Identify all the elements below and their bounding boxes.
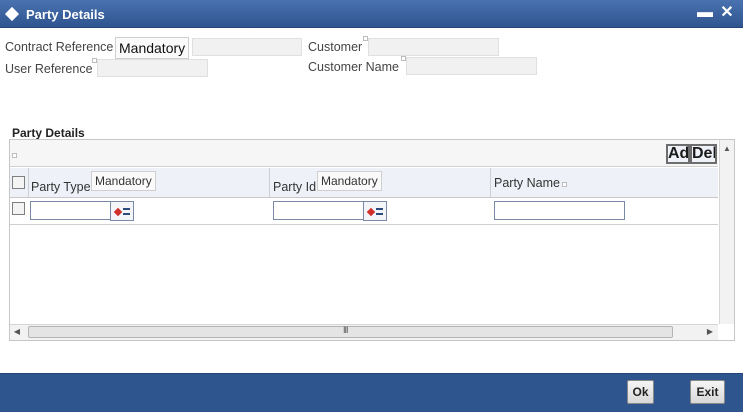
scroll-right-icon[interactable]: ▶ bbox=[704, 327, 716, 337]
party-type-header: Party Type bbox=[31, 180, 91, 194]
arrow-icon bbox=[113, 207, 123, 217]
party-id-input[interactable] bbox=[273, 201, 364, 220]
party-name-header: Party Name bbox=[494, 176, 560, 190]
customer-name-label: Customer Name bbox=[308, 60, 399, 74]
party-type-lov-button[interactable] bbox=[110, 201, 134, 221]
add-row-button[interactable]: Add bbox=[666, 144, 690, 164]
section-title: Party Details bbox=[12, 126, 85, 140]
customer-label: Customer bbox=[308, 40, 363, 54]
horizontal-scroll-thumb[interactable] bbox=[28, 326, 673, 338]
delete-row-button[interactable]: Delete bbox=[690, 144, 717, 164]
vertical-scrollbar[interactable] bbox=[719, 140, 734, 324]
scroll-up-icon[interactable]: ▲ bbox=[721, 144, 733, 154]
close-button[interactable]: ✕ bbox=[718, 4, 736, 22]
ok-button[interactable]: Ok bbox=[627, 380, 654, 404]
arrow-icon bbox=[366, 207, 376, 217]
list-icon bbox=[376, 213, 383, 215]
exit-button[interactable]: Exit bbox=[690, 380, 725, 404]
customer-field[interactable] bbox=[368, 38, 499, 56]
minimize-button[interactable]: ▬ bbox=[696, 4, 714, 22]
party-name-input[interactable] bbox=[494, 201, 625, 220]
user-reference-label: User Reference bbox=[5, 62, 93, 76]
list-icon bbox=[123, 208, 130, 210]
row-checkbox[interactable] bbox=[12, 202, 25, 215]
toolbar-marker bbox=[12, 153, 17, 158]
customer-name-field[interactable] bbox=[406, 57, 537, 75]
scroll-grip: III bbox=[343, 325, 348, 335]
contract-reference-label: Contract Reference bbox=[5, 40, 114, 54]
contract-reference-field[interactable] bbox=[192, 38, 302, 56]
scroll-left-icon[interactable]: ◀ bbox=[11, 327, 23, 337]
contract-reference-mandatory-hint: Mandatory bbox=[115, 37, 190, 59]
user-reference-field[interactable] bbox=[97, 59, 208, 77]
party-id-header: Party Id bbox=[273, 180, 317, 194]
window-title: Party Details bbox=[26, 7, 105, 22]
list-icon bbox=[376, 208, 383, 210]
list-icon bbox=[123, 213, 130, 215]
party-type-mandatory-hint: Mandatory bbox=[91, 171, 156, 191]
party-type-input[interactable] bbox=[30, 201, 111, 220]
party-id-lov-button[interactable] bbox=[363, 201, 387, 221]
grid-toolbar bbox=[10, 140, 718, 167]
title-bar bbox=[0, 0, 743, 28]
party-id-mandatory-hint: Mandatory bbox=[317, 171, 382, 191]
party-name-marker bbox=[562, 182, 567, 187]
select-all-checkbox[interactable] bbox=[12, 176, 25, 189]
